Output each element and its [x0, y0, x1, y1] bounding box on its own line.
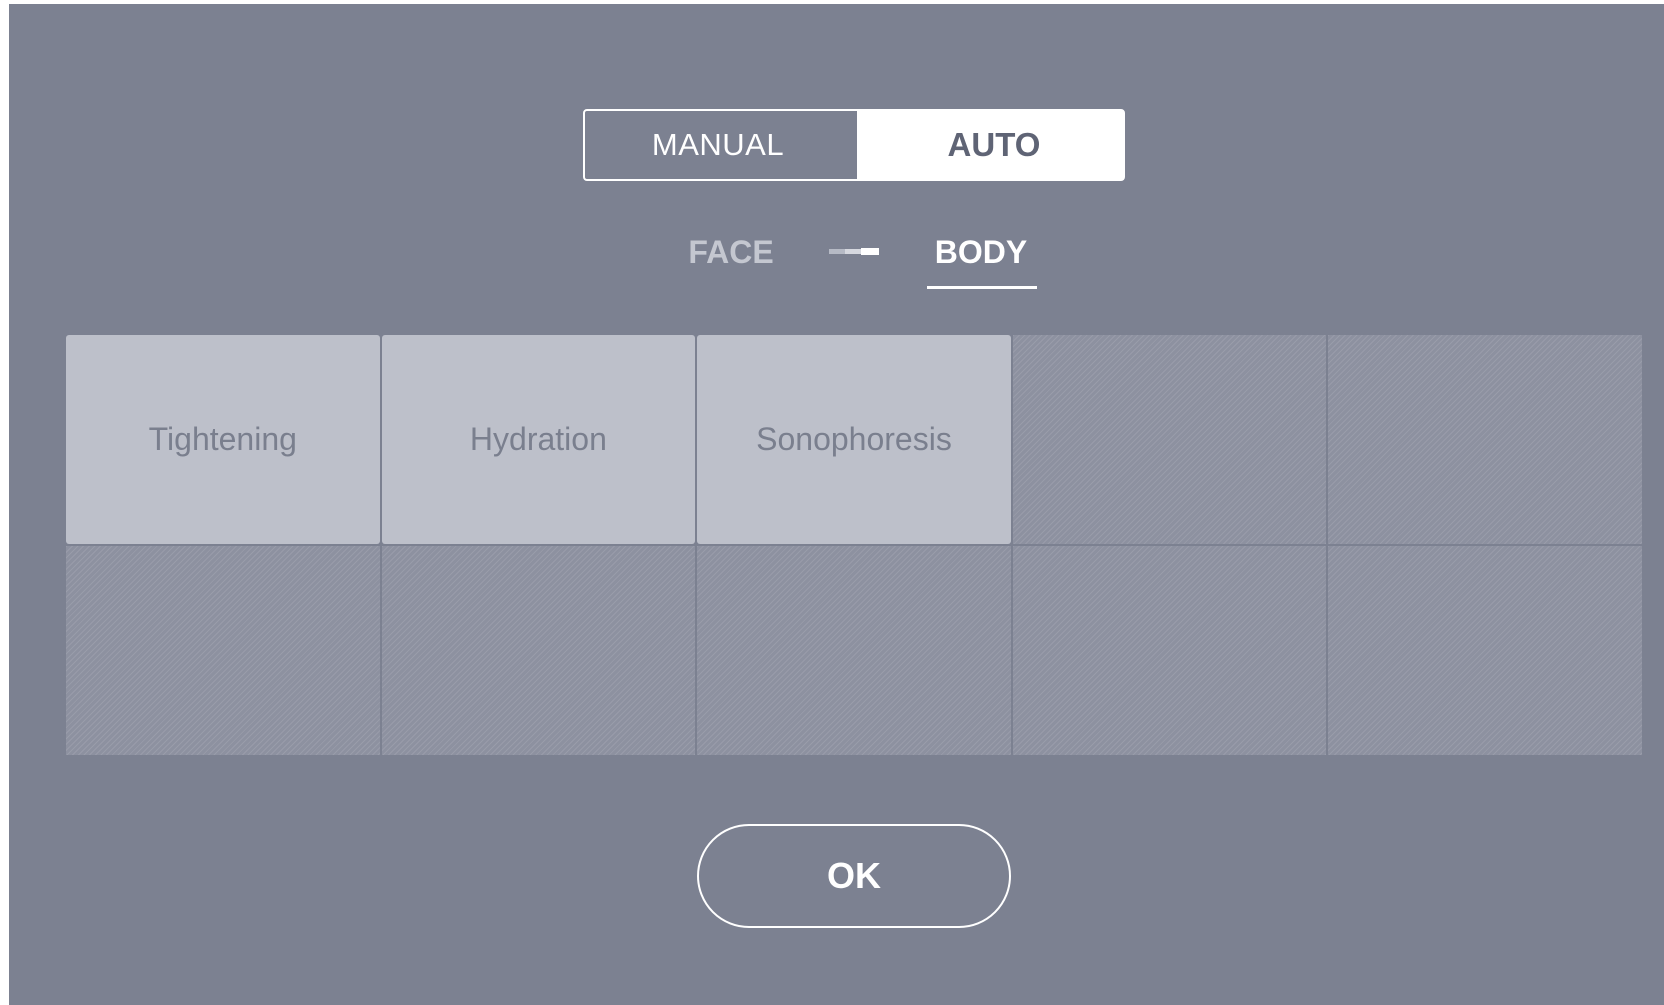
empty-program-slot: [1328, 546, 1642, 755]
program-select-panel: MANUAL AUTO FACE BODY Tightening Hydrati…: [9, 4, 1664, 1005]
face-tab[interactable]: FACE: [681, 232, 781, 272]
empty-program-slot: [1012, 546, 1327, 755]
manual-mode-button[interactable]: MANUAL: [585, 111, 857, 179]
program-tile-sonophoresis[interactable]: Sonophoresis: [697, 335, 1011, 544]
manual-mode-label: MANUAL: [651, 127, 785, 162]
program-tile-tightening[interactable]: Tightening: [66, 335, 380, 544]
program-grid: Tightening Hydration Sonophoresis: [66, 335, 1642, 755]
empty-program-slot: [697, 546, 1011, 755]
body-tab-underline: [927, 286, 1037, 289]
program-tile-hydration[interactable]: Hydration: [381, 335, 696, 544]
empty-program-slot: [1328, 335, 1642, 544]
switch-indicator-icon: [829, 248, 879, 255]
auto-mode-button[interactable]: AUTO: [865, 111, 1123, 179]
empty-program-slot: [1012, 335, 1327, 544]
mode-toggle: MANUAL AUTO: [583, 109, 1125, 181]
empty-program-slot: [66, 546, 380, 755]
body-tab[interactable]: BODY: [925, 232, 1037, 272]
ok-button[interactable]: OK: [697, 824, 1011, 928]
empty-program-slot: [381, 546, 696, 755]
